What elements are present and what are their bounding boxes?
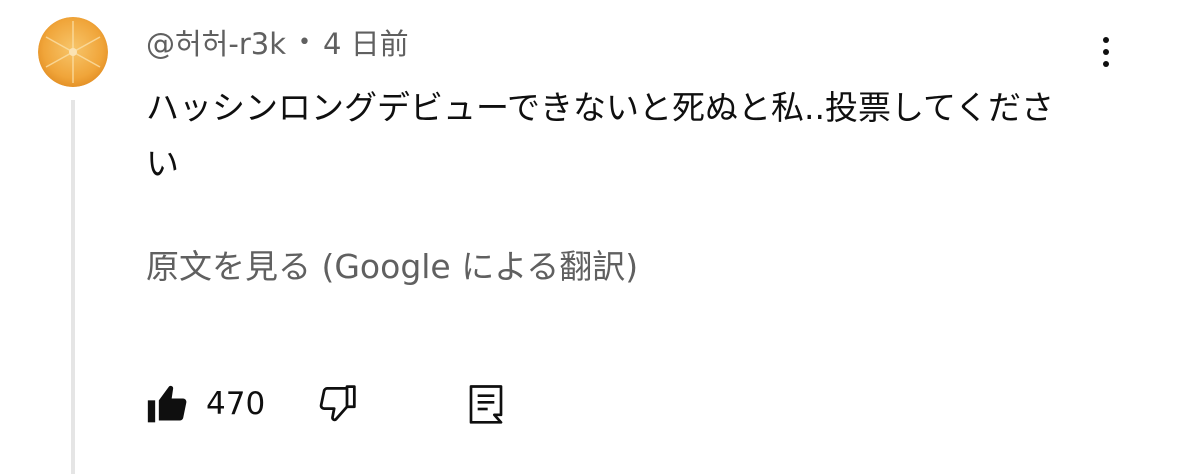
menu-dot bbox=[1103, 61, 1109, 67]
reply-comment-icon bbox=[469, 385, 503, 424]
avatar[interactable] bbox=[38, 17, 108, 87]
menu-dot bbox=[1103, 37, 1109, 43]
thumbs-down-outline-icon bbox=[319, 385, 356, 422]
like-button[interactable] bbox=[146, 378, 190, 430]
meta-separator: • bbox=[298, 29, 311, 55]
more-vert-icon[interactable] bbox=[1090, 32, 1122, 72]
see-original-link[interactable]: 原文を見る (Google による翻訳) bbox=[146, 236, 638, 292]
reply-thread-line bbox=[71, 100, 75, 474]
dislike-button[interactable] bbox=[314, 378, 358, 430]
author-handle[interactable]: @허허-r3k bbox=[146, 21, 286, 63]
comment-text: ハッシンロングデビューできないと死ぬと私..投票してください bbox=[146, 88, 1055, 183]
comment-meta: @허허-r3k • 4 日前 bbox=[146, 22, 409, 62]
comment-time[interactable]: 4 日前 bbox=[323, 21, 409, 63]
like-count: 470 bbox=[206, 386, 266, 422]
orange-avatar-image bbox=[38, 17, 108, 87]
reply-button[interactable] bbox=[466, 378, 506, 430]
menu-dot bbox=[1103, 49, 1109, 55]
thumbs-up-filled-icon bbox=[147, 385, 187, 423]
